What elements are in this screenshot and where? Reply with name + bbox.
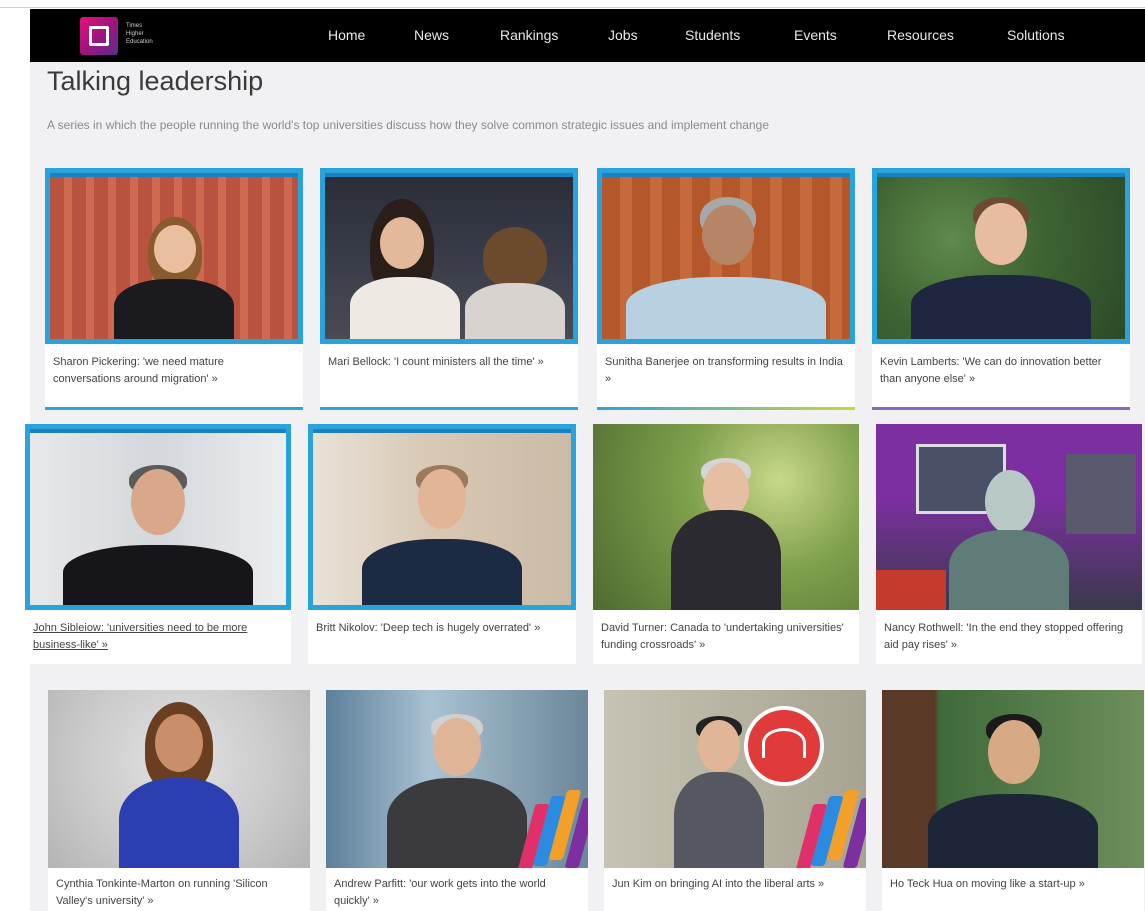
article-caption[interactable]: Ho Teck Hua on moving like a start-up » bbox=[890, 876, 1138, 893]
nav-item-solutions[interactable]: Solutions bbox=[1007, 27, 1065, 43]
article-thumbnail[interactable] bbox=[45, 168, 303, 344]
article-caption[interactable]: Andrew Parfitt: 'our work gets into the … bbox=[334, 876, 582, 910]
article-thumbnail[interactable] bbox=[876, 424, 1142, 610]
article-caption[interactable]: John Sibleiow: 'universities need to be … bbox=[33, 620, 283, 654]
page-title: Talking leadership bbox=[47, 66, 264, 96]
article-thumbnail[interactable] bbox=[320, 168, 578, 344]
page-subtitle: A series in which the people running the… bbox=[47, 118, 769, 132]
article-card[interactable]: Cynthia Tonkinte-Marton on running 'Sili… bbox=[48, 690, 310, 911]
article-thumbnail[interactable] bbox=[48, 690, 310, 868]
article-thumbnail[interactable] bbox=[604, 690, 866, 868]
article-caption[interactable]: Jun Kim on bringing AI into the liberal … bbox=[612, 876, 860, 893]
article-caption[interactable]: Kevin Lamberts: 'We can do innovation be… bbox=[880, 354, 1120, 388]
nav-item-rankings[interactable]: Rankings bbox=[500, 27, 558, 43]
the-logo[interactable] bbox=[80, 17, 118, 55]
nav-item-resources[interactable]: Resources bbox=[887, 27, 954, 43]
article-thumbnail[interactable] bbox=[308, 424, 576, 610]
article-caption[interactable]: Britt Nikolov: 'Deep tech is hugely over… bbox=[316, 620, 566, 637]
article-card[interactable]: Ho Teck Hua on moving like a start-up » bbox=[882, 690, 1144, 911]
nav-item-news[interactable]: News bbox=[414, 27, 449, 43]
top-navigation-bar: Times Higher Education Home News Ranking… bbox=[30, 9, 1145, 62]
article-card[interactable]: Sharon Pickering: 'we need mature conver… bbox=[45, 168, 303, 410]
article-caption[interactable]: Sunitha Banerjee on transforming results… bbox=[605, 354, 845, 388]
article-card[interactable]: Britt Nikolov: 'Deep tech is hugely over… bbox=[308, 424, 576, 664]
logo-line: Times bbox=[126, 23, 143, 29]
article-thumbnail[interactable] bbox=[25, 424, 291, 610]
article-caption[interactable]: Sharon Pickering: 'we need mature conver… bbox=[53, 354, 293, 388]
logo-line: Education bbox=[126, 39, 153, 45]
nav-item-students[interactable]: Students bbox=[685, 27, 740, 43]
nav-item-events[interactable]: Events bbox=[794, 27, 837, 43]
article-card[interactable]: John Sibleiow: 'universities need to be … bbox=[25, 424, 291, 664]
article-thumbnail[interactable] bbox=[593, 424, 859, 610]
article-card[interactable]: Nancy Rothwell: 'In the end they stopped… bbox=[876, 424, 1142, 664]
article-caption[interactable]: Nancy Rothwell: 'In the end they stopped… bbox=[884, 620, 1134, 654]
browser-top-edge bbox=[0, 0, 1145, 8]
article-card[interactable]: Jun Kim on bringing AI into the liberal … bbox=[604, 690, 866, 911]
article-thumbnail[interactable] bbox=[597, 168, 855, 344]
logo-wordmark[interactable]: Times Higher Education bbox=[126, 22, 186, 46]
article-card[interactable]: Andrew Parfitt: 'our work gets into the … bbox=[326, 690, 588, 911]
article-thumbnail[interactable] bbox=[872, 168, 1130, 344]
logo-line: Higher bbox=[126, 31, 144, 37]
article-card[interactable]: Sunitha Banerjee on transforming results… bbox=[597, 168, 855, 410]
article-caption[interactable]: David Turner: Canada to 'undertaking uni… bbox=[601, 620, 851, 654]
article-card[interactable]: Mari Bellock: 'I count ministers all the… bbox=[320, 168, 578, 410]
article-caption[interactable]: Cynthia Tonkinte-Marton on running 'Sili… bbox=[56, 876, 304, 910]
article-card[interactable]: Kevin Lamberts: 'We can do innovation be… bbox=[872, 168, 1130, 410]
article-caption[interactable]: Mari Bellock: 'I count ministers all the… bbox=[328, 354, 568, 371]
article-card[interactable]: David Turner: Canada to 'undertaking uni… bbox=[593, 424, 859, 664]
article-thumbnail[interactable] bbox=[326, 690, 588, 868]
article-thumbnail[interactable] bbox=[882, 690, 1144, 868]
logo-mark-icon bbox=[89, 26, 109, 46]
nav-item-home[interactable]: Home bbox=[328, 27, 365, 43]
nav-item-jobs[interactable]: Jobs bbox=[608, 27, 638, 43]
